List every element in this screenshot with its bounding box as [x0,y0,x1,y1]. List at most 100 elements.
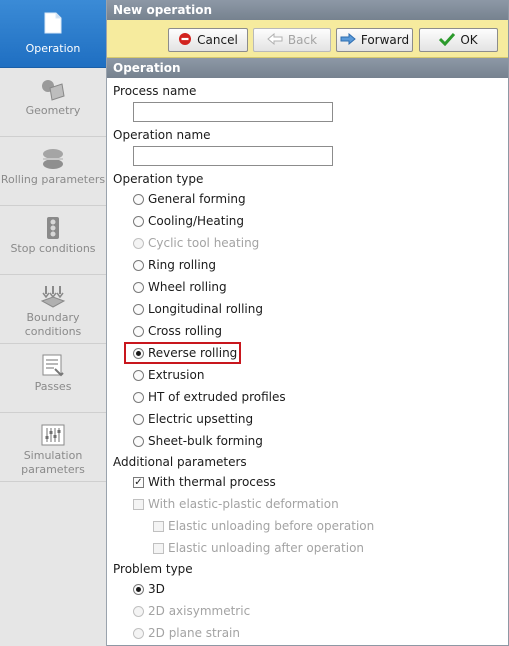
radio-label: Extrusion [148,368,205,382]
radio-sheet-bulk-forming[interactable]: Sheet-bulk forming [133,432,263,450]
radio-circle [133,369,144,381]
operation-type-label: Operation type [113,172,204,186]
radio-circle [133,259,144,271]
sidebar-item-passes[interactable]: Passes [0,345,106,413]
sliders-icon [41,424,65,446]
radio-circle [133,413,144,425]
checkbox-label: With thermal process [148,475,276,489]
section-header: Operation [107,58,508,78]
checkbox-unloading-after[interactable]: Elastic unloading after operation [153,539,364,557]
cancel-icon [178,32,192,49]
radio-2d-axisymmetric[interactable]: 2D axisymmetric [133,602,250,620]
radio-ring-rolling[interactable]: Ring rolling [133,256,216,274]
radio-label: Cooling/Heating [148,214,245,228]
checkbox-label: Elastic unloading after operation [168,541,365,555]
operation-name-label: Operation name [113,128,211,142]
additional-parameters-label: Additional parameters [113,455,247,469]
radio-label: Ring rolling [148,258,216,272]
radio-circle [133,391,144,403]
ok-label: OK [460,33,478,47]
sidebar-item-operation[interactable]: Operation [0,0,106,68]
radio-ht-extruded-profiles[interactable]: HT of extruded profiles [133,388,286,406]
sidebar-item-label: Operation [25,42,81,55]
sidebar-item-geometry[interactable]: Geometry [0,69,106,137]
forward-button[interactable]: Forward [336,28,413,52]
checkbox-elastic-plastic[interactable]: With elastic-plastic deformation [133,495,339,513]
radio-electric-upsetting[interactable]: Electric upsetting [133,410,253,428]
process-name-label: Process name [113,84,197,98]
sidebar-item-boundary-conditions[interactable]: Boundary conditions [0,276,106,344]
toolbar: Cancel Back Forward OK [107,20,508,58]
checkbox-box [153,542,164,554]
sidebar-item-label: Boundary conditions [24,311,82,338]
checkbox-thermal-process[interactable]: ✓ With thermal process [133,473,276,491]
radio-circle [133,325,144,337]
radio-circle-selected [133,583,144,595]
sidebar-item-stop-conditions[interactable]: Stop conditions [0,207,106,275]
radio-longitudinal-rolling[interactable]: Longitudinal rolling [133,300,263,318]
ok-button[interactable]: OK [419,28,498,52]
process-name-input[interactable] [133,102,333,122]
checkbox-box [153,520,164,532]
radio-circle [133,193,144,205]
back-button[interactable]: Back [253,28,331,52]
problem-type-label: Problem type [113,562,193,576]
boundary-icon [40,286,66,308]
radio-label: 2D axisymmetric [148,604,251,618]
radio-wheel-rolling[interactable]: Wheel rolling [133,278,227,296]
radio-general-forming[interactable]: General forming [133,190,246,208]
radio-circle [133,303,144,315]
radio-label: HT of extruded profiles [148,390,286,404]
back-arrow-icon [267,32,283,48]
radio-circle [133,281,144,293]
radio-label: Wheel rolling [148,280,227,294]
sidebar-item-rolling-parameters[interactable]: Rolling parameters [0,138,106,206]
radio-2d-plane-strain[interactable]: 2D plane strain [133,624,240,642]
radio-cooling-heating[interactable]: Cooling/Heating [133,212,244,230]
sidebar-item-label: Rolling parameters [0,173,106,186]
radio-label: General forming [148,192,246,206]
radio-label: Sheet-bulk forming [148,434,263,448]
radio-circle [133,435,144,447]
forward-arrow-icon [340,32,356,48]
selection-highlight-box [124,342,241,364]
radio-cross-rolling[interactable]: Cross rolling [133,322,222,340]
checkbox-label: With elastic-plastic deformation [148,497,339,511]
radio-label: 3D [148,582,165,596]
radio-cyclic-tool-heating[interactable]: Cyclic tool heating [133,234,259,252]
rolling-icon [40,148,66,170]
geometry-icon [40,79,66,101]
checkbox-unloading-before[interactable]: Elastic unloading before operation [153,517,374,535]
radio-circle [133,627,144,639]
radio-circle [133,237,144,249]
operation-name-input[interactable] [133,146,333,166]
radio-label: Longitudinal rolling [148,302,263,316]
main-panel: New operation Cancel Back Forward OK Ope… [107,0,509,646]
radio-circle [133,605,144,617]
cancel-button[interactable]: Cancel [168,28,248,52]
sidebar: Operation Geometry Rolling parameters St… [0,0,107,646]
sidebar-item-label: Passes [34,380,72,393]
checkbox-box [133,498,144,510]
traffic-light-icon [45,217,61,239]
checkmark-icon: ✓ [133,476,144,488]
radio-label: Electric upsetting [148,412,254,426]
sidebar-item-label: Simulation parameters [21,449,85,476]
sidebar-item-label: Geometry [25,104,81,117]
radio-label: Cross rolling [148,324,222,338]
radio-extrusion[interactable]: Extrusion [133,366,204,384]
window-title: New operation [107,0,508,20]
passes-icon [41,354,65,377]
radio-circle [133,215,144,227]
forward-label: Forward [360,33,410,47]
back-label: Back [287,33,318,47]
cancel-label: Cancel [197,33,238,47]
checkmark-icon [439,32,456,49]
document-icon [43,12,63,34]
sidebar-item-simulation-parameters[interactable]: Simulation parameters [0,414,106,482]
radio-3d[interactable]: 3D [133,580,165,598]
sidebar-item-label: Stop conditions [10,242,96,255]
radio-label: Cyclic tool heating [148,236,260,250]
checkbox-label: Elastic unloading before operation [168,519,375,533]
radio-label: 2D plane strain [148,626,240,640]
